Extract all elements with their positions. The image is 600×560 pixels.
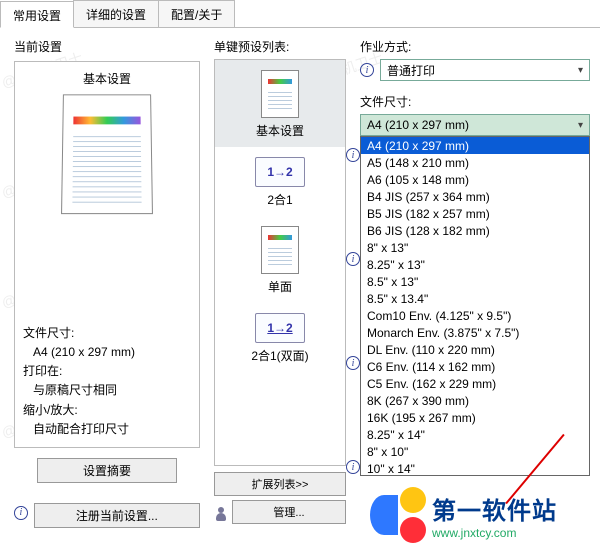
preset-label: 2合1(双面) [219, 347, 341, 364]
preset-item-basic[interactable]: 基本设置 [215, 60, 345, 147]
preset-2in1-icon: 1→2 [255, 157, 305, 187]
docsize-option[interactable]: 8.25" x 13" [361, 256, 589, 273]
docsize-option[interactable]: 8.5" x 13" [361, 273, 589, 290]
preset-item-single[interactable]: 单面 [215, 216, 345, 303]
doc-size-label: 文件尺寸: [23, 324, 191, 343]
docsize-label: 文件尺寸: [360, 93, 590, 110]
preset-label: 基本设置 [219, 122, 341, 139]
basic-settings-label: 基本设置 [23, 70, 191, 87]
preset-list-label: 单键预设列表: [214, 38, 346, 55]
info-icon[interactable]: i [346, 356, 360, 370]
docsize-option[interactable]: DL Env. (110 x 220 mm) [361, 341, 589, 358]
workmode-value: 普通打印 [387, 62, 435, 79]
left-panel: 当前设置 基本设置 文件尺寸: A4 (210 x 297 mm) 打印在: 与… [0, 28, 210, 528]
docsize-option[interactable]: 8K (267 x 390 mm) [361, 392, 589, 409]
docsize-select[interactable]: A4 (210 x 297 mm) ▾ [360, 114, 590, 136]
info-icon-column: i i i i [346, 148, 360, 474]
print-on-value: 与原稿尺寸相同 [23, 381, 191, 400]
register-settings-button[interactable]: 注册当前设置... [34, 503, 200, 528]
docsize-option[interactable]: B6 JIS (128 x 182 mm) [361, 222, 589, 239]
tab-common[interactable]: 常用设置 [0, 1, 74, 28]
docsize-option[interactable]: C6 Env. (114 x 162 mm) [361, 358, 589, 375]
preview-box: 基本设置 文件尺寸: A4 (210 x 297 mm) 打印在: 与原稿尺寸相… [14, 61, 200, 448]
expand-list-button[interactable]: 扩展列表>> [214, 472, 346, 496]
docsize-option[interactable]: B4 JIS (257 x 364 mm) [361, 188, 589, 205]
zoom-value: 自动配合打印尺寸 [23, 420, 191, 439]
docsize-option[interactable]: A6 (105 x 148 mm) [361, 171, 589, 188]
settings-info: 文件尺寸: A4 (210 x 297 mm) 打印在: 与原稿尺寸相同 缩小/… [23, 324, 191, 439]
logo-icon [370, 487, 426, 543]
workmode-select[interactable]: 普通打印 ▾ [380, 59, 590, 81]
preset-basic-icon [261, 70, 299, 118]
preset-panel: 单键预设列表: 基本设置 1→2 2合1 单面 1→2 2合1(双面) 扩展列表… [210, 28, 350, 528]
settings-summary-button[interactable]: 设置摘要 [37, 458, 177, 483]
tab-detail[interactable]: 详细的设置 [73, 0, 159, 27]
tab-bar: 常用设置 详细的设置 配置/关于 [0, 0, 600, 28]
docsize-option[interactable]: B5 JIS (182 x 257 mm) [361, 205, 589, 222]
logo-overlay: 第一软件站 www.jnxtcy.com [370, 475, 600, 555]
preset-2in1-duplex-icon: 1→2 [255, 313, 305, 343]
doc-size-value: A4 (210 x 297 mm) [23, 343, 191, 362]
docsize-option[interactable]: 8" x 13" [361, 239, 589, 256]
docsize-option[interactable]: 16K (195 x 267 mm) [361, 409, 589, 426]
workmode-label: 作业方式: [360, 38, 590, 55]
current-settings-label: 当前设置 [14, 38, 200, 55]
preset-list: 基本设置 1→2 2合1 单面 1→2 2合1(双面) [214, 59, 346, 466]
preset-label: 2合1 [219, 191, 341, 208]
docsize-dropdown: A4 (210 x 297 mm) A5 (148 x 210 mm) A6 (… [360, 136, 590, 476]
print-on-label: 打印在: [23, 362, 191, 381]
docsize-option[interactable]: A5 (148 x 210 mm) [361, 154, 589, 171]
info-icon[interactable]: i [346, 148, 360, 162]
chevron-down-icon: ▾ [578, 120, 583, 131]
preset-item-2in1-duplex[interactable]: 1→2 2合1(双面) [215, 303, 345, 372]
preset-item-2in1[interactable]: 1→2 2合1 [215, 147, 345, 216]
preset-label: 单面 [219, 278, 341, 295]
preset-single-icon [261, 226, 299, 274]
docsize-option[interactable]: A4 (210 x 297 mm) [361, 137, 589, 154]
docsize-option[interactable]: 8.25" x 14" [361, 426, 589, 443]
docsize-option[interactable]: 8.5" x 13.4" [361, 290, 589, 307]
docsize-value: A4 (210 x 297 mm) [367, 118, 469, 132]
docsize-option[interactable]: 10" x 14" [361, 460, 589, 476]
person-icon [214, 507, 228, 521]
logo-url: www.jnxtcy.com [432, 526, 557, 540]
manage-button[interactable]: 管理... [232, 500, 346, 524]
info-icon[interactable]: i [346, 460, 360, 474]
tab-config[interactable]: 配置/关于 [158, 0, 235, 27]
zoom-label: 缩小/放大: [23, 401, 191, 420]
chevron-down-icon: ▾ [578, 65, 583, 76]
right-panel: 作业方式: i 普通打印 ▾ 文件尺寸: A4 (210 x 297 mm) ▾… [350, 28, 600, 528]
document-preview-icon [61, 94, 153, 214]
info-icon[interactable]: i [360, 63, 374, 77]
docsize-option[interactable]: Com10 Env. (4.125" x 9.5") [361, 307, 589, 324]
info-icon[interactable]: i [346, 252, 360, 266]
docsize-option[interactable]: C5 Env. (162 x 229 mm) [361, 375, 589, 392]
docsize-option[interactable]: Monarch Env. (3.875" x 7.5") [361, 324, 589, 341]
logo-title: 第一软件站 [432, 491, 557, 526]
info-icon[interactable]: i [14, 506, 28, 520]
